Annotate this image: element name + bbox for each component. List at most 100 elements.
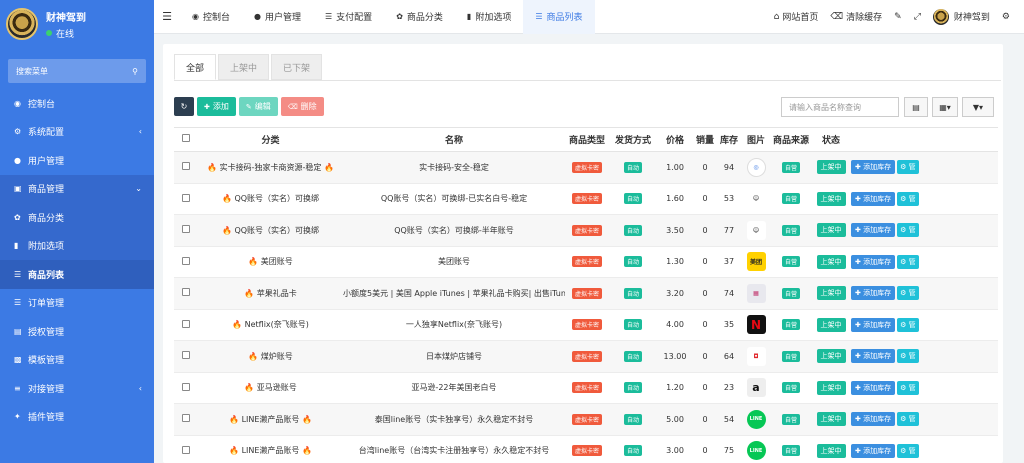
add-stock-button[interactable]: ✚ 添加库存 xyxy=(851,380,896,395)
table-row[interactable]: 🔥 美团账号 美团账号 虚拟卡密 自动 1.30 0 37 美团 自营 上架中 ✚ 添加库存 ⚙ 管 xyxy=(174,246,998,278)
more-actions-button[interactable]: ⚙ 管 xyxy=(897,254,919,269)
tab-product-category[interactable]: ✿ 商品分类 xyxy=(384,0,455,34)
sidebar-item-template-management[interactable]: ▩ 模板管理 xyxy=(0,346,154,375)
tab-payment-config[interactable]: ☰ 支付配置 xyxy=(313,0,384,34)
more-actions-button[interactable]: ⚙ 管 xyxy=(897,317,919,332)
table-row[interactable]: 🔥 实卡接码-独家卡商资源-稳定 🔥 实卡接码-安全-稳定 虚拟卡密 自动 1.00 0 9… xyxy=(174,151,998,184)
add-stock-button[interactable]: ✚ 添加库存 xyxy=(851,191,896,206)
row-checkbox[interactable] xyxy=(182,414,190,423)
sidebar-item-docking-management[interactable]: ≡ 对接管理 ‹ xyxy=(0,374,154,403)
col-source[interactable]: 商品来源 xyxy=(771,127,811,152)
row-checkbox[interactable] xyxy=(182,256,190,265)
avatar[interactable] xyxy=(6,8,38,40)
row-checkbox[interactable] xyxy=(182,193,190,202)
more-actions-button[interactable]: ⚙ 管 xyxy=(897,223,919,238)
status-badge[interactable]: 上架中 xyxy=(816,443,846,458)
add-stock-button[interactable]: ✚ 添加库存 xyxy=(851,286,896,301)
menu-toggle-icon[interactable]: ☰ xyxy=(154,10,180,23)
add-stock-button[interactable]: ✚ 添加库存 xyxy=(851,412,896,427)
product-thumbnail[interactable]: ☺ xyxy=(746,220,766,240)
table-row[interactable]: 🔥 QQ账号（实名）可换绑 QQ账号（实名）可换绑-半年账号 虚拟卡密 自动 3.50 0… xyxy=(174,214,998,247)
sidebar-item-extra-options[interactable]: ▮ 附加选项 xyxy=(0,231,154,260)
add-stock-button[interactable]: ✚ 添加库存 xyxy=(851,349,896,364)
row-checkbox[interactable] xyxy=(182,445,190,454)
product-thumbnail[interactable]: 美团 xyxy=(746,252,766,272)
site-home-link[interactable]: ⌂ 网站首页 xyxy=(768,10,825,24)
table-row[interactable]: 🔥 苹果礼品卡 小额度5美元 | 美国 Apple iTunes | 苹果礼品卡购… xyxy=(174,277,998,310)
select-all-checkbox[interactable] xyxy=(182,134,190,142)
sidebar-item-product-category[interactable]: ✿ 商品分类 xyxy=(0,203,154,232)
tab-on-sale[interactable]: 上架中 xyxy=(218,54,270,80)
columns-dropdown-icon[interactable]: ▦▾ xyxy=(932,97,958,117)
translate-icon[interactable]: ✎ xyxy=(888,12,908,22)
col-price[interactable]: 价格 xyxy=(657,127,693,152)
clear-cache-button[interactable]: ⌫ 清除缓存 xyxy=(824,10,888,24)
row-checkbox[interactable] xyxy=(182,382,190,391)
table-row[interactable]: 🔥 亚马逊账号 亚马逊-22年美国老白号 虚拟卡密 自动 1.20 0 23 a 自营 上架中 ✚ … xyxy=(174,372,998,404)
status-badge[interactable]: 上架中 xyxy=(816,191,846,206)
row-checkbox[interactable] xyxy=(182,351,190,360)
product-thumbnail[interactable]: a xyxy=(746,378,766,398)
status-badge[interactable]: 上架中 xyxy=(816,286,846,301)
add-stock-button[interactable]: ✚ 添加库存 xyxy=(851,443,896,458)
add-stock-button[interactable]: ✚ 添加库存 xyxy=(851,254,896,269)
table-row[interactable]: 🔥 Netflix(奈飞账号) 一人独享Netflix(奈飞账号) 虚拟卡密 自动 4.… xyxy=(174,309,998,341)
sidebar-item-product-management[interactable]: ▣ 商品管理 ⌄ xyxy=(0,174,154,203)
status-badge[interactable]: 上架中 xyxy=(816,254,846,269)
product-thumbnail[interactable]: ◎ xyxy=(746,157,766,177)
more-actions-button[interactable]: ⚙ 管 xyxy=(897,380,919,395)
row-checkbox[interactable] xyxy=(182,225,190,234)
sidebar-item-product-list[interactable]: ☰ 商品列表 xyxy=(0,260,154,289)
status-badge[interactable]: 上架中 xyxy=(816,317,846,332)
more-actions-button[interactable]: ⚙ 管 xyxy=(897,191,919,206)
product-thumbnail[interactable]: ◘ xyxy=(746,346,766,366)
col-type[interactable]: 商品类型 xyxy=(565,127,609,152)
tab-extra-options[interactable]: ▮ 附加选项 xyxy=(455,0,523,34)
toggle-view-icon[interactable]: ▤ xyxy=(904,97,928,117)
more-actions-button[interactable]: ⚙ 管 xyxy=(897,286,919,301)
col-sales[interactable]: 销量 xyxy=(693,127,717,152)
status-badge[interactable]: 上架中 xyxy=(816,223,846,238)
col-status[interactable]: 状态 xyxy=(811,127,851,152)
row-checkbox[interactable] xyxy=(182,319,190,328)
user-menu[interactable]: 财神驾到 xyxy=(927,8,996,25)
more-actions-button[interactable]: ⚙ 管 xyxy=(897,412,919,427)
add-stock-button[interactable]: ✚ 添加库存 xyxy=(851,317,896,332)
sidebar-item-plugin-management[interactable]: ✦ 插件管理 xyxy=(0,403,154,432)
tab-all[interactable]: 全部 xyxy=(174,54,217,80)
menu-search-input[interactable]: 搜索菜单 ⚲ xyxy=(8,59,146,83)
product-thumbnail[interactable]: ☺ xyxy=(746,189,766,209)
edit-button[interactable]: ✎ 编辑 xyxy=(238,97,278,116)
table-row[interactable]: 🔥 LINE濑产品账号 🔥 泰国line账号（实卡独享号）永久稳定不封号 虚拟卡密 自… xyxy=(174,403,998,436)
table-row[interactable]: 🔥 QQ账号（实名）可换绑 QQ账号（实名）可换绑-已实名白号-稳定 虚拟卡密 自动 1… xyxy=(174,183,998,215)
sidebar-item-license-management[interactable]: ▤ 授权管理 xyxy=(0,317,154,346)
product-thumbnail[interactable]: LINE xyxy=(746,441,766,461)
tab-user-management[interactable]: ● 用户管理 xyxy=(242,0,313,34)
col-stock[interactable]: 库存 xyxy=(717,127,741,152)
sidebar-item-user-management[interactable]: ● 用户管理 xyxy=(0,146,154,175)
sidebar-item-order-management[interactable]: ☰ 订单管理 xyxy=(0,289,154,318)
col-shipping[interactable]: 发货方式 xyxy=(609,127,657,152)
status-badge[interactable]: 上架中 xyxy=(816,160,846,175)
status-badge[interactable]: 上架中 xyxy=(816,380,846,395)
tab-off-sale[interactable]: 已下架 xyxy=(271,54,323,80)
add-button[interactable]: ✚ 添加 xyxy=(197,97,236,116)
product-thumbnail[interactable]: ▦ xyxy=(746,283,766,303)
more-actions-button[interactable]: ⚙ 管 xyxy=(897,349,919,364)
row-checkbox[interactable] xyxy=(182,288,190,297)
add-stock-button[interactable]: ✚ 添加库存 xyxy=(851,223,896,238)
product-thumbnail[interactable]: LINE xyxy=(746,409,766,429)
table-row[interactable]: 🔥 LINE濑产品账号 🔥 台湾line账号（台湾实卡注册独享号）永久稳定不封号虚… xyxy=(174,435,998,463)
product-search-input[interactable]: 请输入商品名称查询 xyxy=(781,97,899,117)
sidebar-item-dashboard[interactable]: ◉ 控制台 xyxy=(0,89,154,118)
col-image[interactable]: 图片 xyxy=(741,127,771,152)
fullscreen-icon[interactable]: ⤢ xyxy=(908,12,927,22)
more-actions-button[interactable]: ⚙ 管 xyxy=(897,443,919,458)
col-category[interactable]: 分类 xyxy=(198,127,343,152)
sidebar-item-system-config[interactable]: ⚙ 系统配置 ‹ xyxy=(0,118,154,147)
tab-dashboard[interactable]: ◉ 控制台 xyxy=(180,0,242,34)
table-row[interactable]: 🔥 煤炉账号 日本煤炉店铺号 虚拟卡密 自动 13.00 0 64 ◘ 自营 上架中 ✚ 添加库存 ⚙… xyxy=(174,340,998,373)
add-stock-button[interactable]: ✚ 添加库存 xyxy=(851,160,896,175)
tab-product-list[interactable]: ☰ 商品列表 xyxy=(523,0,595,34)
search-icon[interactable]: ⚲ xyxy=(132,67,138,76)
